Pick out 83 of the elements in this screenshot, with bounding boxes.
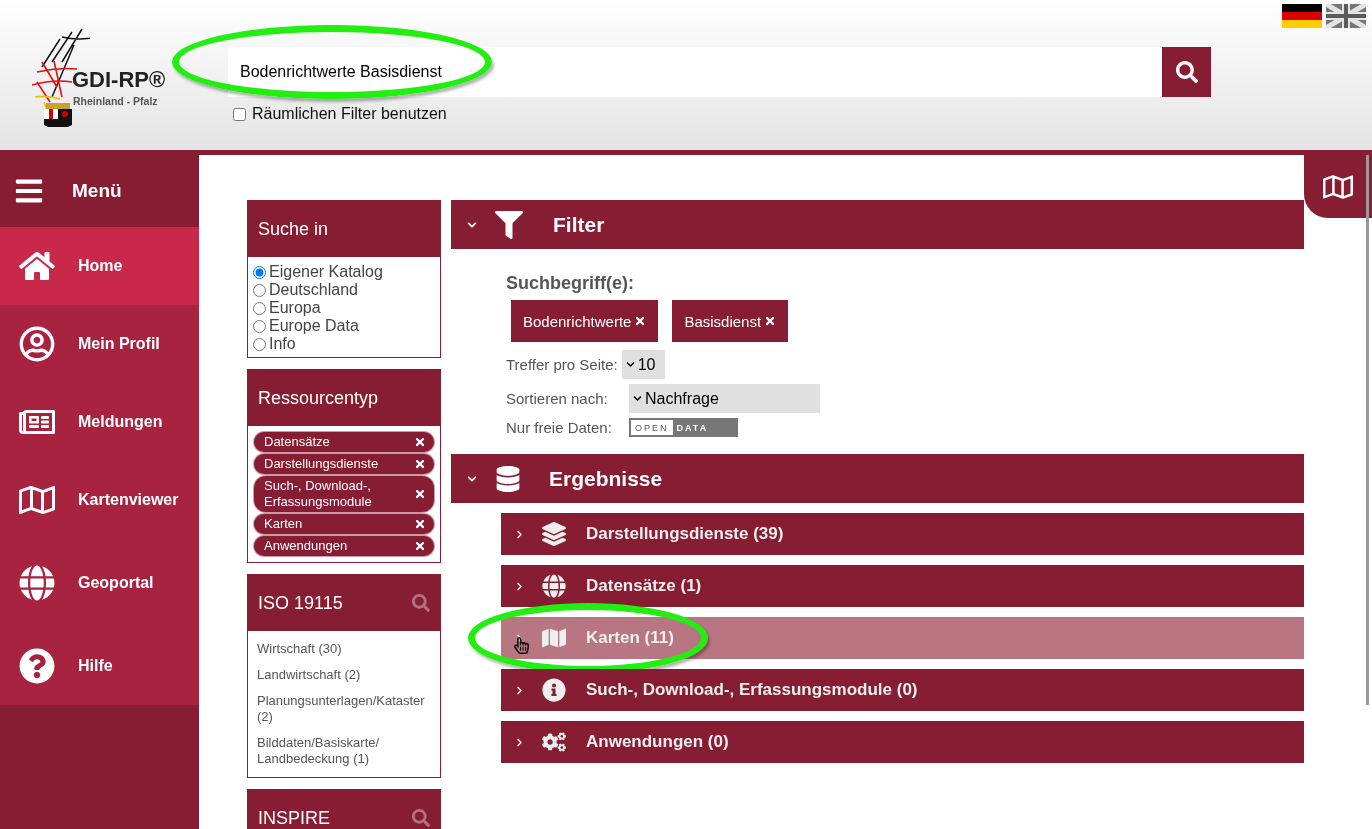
- search-field[interactable]: Bodenrichtwerte Basisdienst: [228, 47, 1162, 97]
- category-link[interactable]: Bilddaten/Basiskarte/ Landbedeckung (1): [257, 735, 431, 767]
- search-icon[interactable]: [412, 809, 430, 827]
- results-title: Ergebnisse: [549, 466, 663, 491]
- radio-label: Europa: [269, 299, 321, 317]
- chevron-right-icon: [515, 529, 524, 539]
- resource-tag[interactable]: Darstellungsdienste: [254, 454, 434, 474]
- close-icon[interactable]: [414, 540, 426, 552]
- close-icon[interactable]: [414, 518, 426, 530]
- radio-label: Eigener Katalog: [269, 263, 383, 281]
- sort-select[interactable]: Nachfrage: [629, 384, 820, 413]
- chevron-right-icon: [515, 581, 524, 591]
- globe-icon: [542, 574, 566, 598]
- menu-item[interactable]: Mein Profil: [0, 305, 199, 383]
- user-icon: [19, 326, 55, 362]
- logo-title: GDI-RP®: [72, 67, 166, 93]
- chevron-right-icon: [515, 685, 524, 695]
- panel-title: Ressourcentyp: [258, 387, 379, 409]
- german-flag-icon[interactable]: [1282, 4, 1322, 28]
- search-term-tag[interactable]: Bodenrichtwerte: [511, 300, 659, 342]
- chevron-right-icon: [515, 737, 524, 747]
- panel-title: ISO 19115: [258, 592, 343, 614]
- map-icon: [542, 626, 566, 650]
- radio-label: Info: [269, 335, 296, 353]
- menu-item[interactable]: Meldungen: [0, 383, 199, 461]
- option-label: Treffer pro Seite:: [506, 356, 618, 373]
- close-icon: [764, 315, 777, 327]
- option-label: Sortieren nach:: [506, 390, 609, 407]
- category-link[interactable]: Wirtschaft (30): [257, 641, 431, 657]
- resource-tag[interactable]: Such-, Download-, Erfassungsmodule: [254, 476, 434, 512]
- menu-item[interactable]: Kartenviewer: [0, 461, 199, 539]
- menu-title: Menü: [72, 180, 122, 202]
- radio-button[interactable]: [253, 301, 266, 315]
- resource-tag[interactable]: Datensätze: [254, 432, 434, 452]
- spatial-filter-label: Räumlichen Filter benutzen: [252, 105, 447, 123]
- search-button[interactable]: [1162, 47, 1211, 97]
- search-icon: [1175, 61, 1198, 83]
- logo-subtitle: Rheinland - Pfalz: [73, 95, 158, 107]
- filter-bar[interactable]: Filter: [451, 200, 1304, 249]
- hand-cursor-icon: [513, 637, 530, 654]
- british-flag-icon[interactable]: [1326, 4, 1366, 28]
- menu-item[interactable]: Geoportal: [0, 539, 199, 627]
- panel-title: Suche in: [258, 218, 329, 240]
- result-group[interactable]: Such-, Download-, Erfassungsmodule (0): [501, 669, 1304, 711]
- panel-title: INSPIRE: [258, 807, 331, 829]
- open-data-toggle[interactable]: OPEN DATA: [629, 418, 739, 437]
- filter-icon: [495, 210, 523, 239]
- search-term-tag[interactable]: Basisdienst: [672, 300, 789, 342]
- category-link[interactable]: Planungsunterlagen/Kataster (2): [257, 693, 431, 725]
- option-label: Nur freie Daten:: [506, 419, 613, 436]
- close-icon[interactable]: [414, 458, 426, 470]
- result-group[interactable]: Darstellungsdienste (39): [501, 513, 1304, 555]
- resource-tag[interactable]: Anwendungen: [254, 536, 434, 556]
- chevron-down-icon: [625, 360, 635, 369]
- chevron-down-icon: [633, 394, 642, 403]
- radio-label: Deutschland: [269, 281, 358, 299]
- gears-icon: [542, 730, 566, 754]
- spatial-filter-checkbox[interactable]: [233, 107, 246, 121]
- map-tab[interactable]: [1304, 155, 1372, 218]
- result-group[interactable]: Datensätze (1): [501, 565, 1304, 607]
- radio-label: Europe Data: [269, 317, 359, 335]
- globe-icon: [19, 565, 55, 601]
- layers-icon: [542, 522, 566, 546]
- radio-button[interactable]: [253, 319, 266, 333]
- results-bar[interactable]: Ergebnisse: [451, 454, 1304, 503]
- per-page-select[interactable]: 10: [621, 350, 665, 379]
- menu-item[interactable]: Hilfe: [0, 627, 199, 705]
- terms-label: Suchbegriff(e):: [506, 273, 635, 294]
- info-icon: [542, 678, 566, 702]
- result-group[interactable]: Anwendungen (0): [501, 721, 1304, 763]
- question-icon: [19, 648, 55, 684]
- menu-item[interactable]: Home: [0, 227, 199, 305]
- resource-tag[interactable]: Karten: [254, 514, 434, 534]
- filter-title: Filter: [553, 212, 605, 237]
- close-icon[interactable]: [414, 436, 426, 448]
- radio-button[interactable]: [253, 265, 266, 279]
- category-link[interactable]: Landwirtschaft (2): [257, 667, 431, 683]
- radio-button[interactable]: [253, 337, 266, 351]
- close-icon: [634, 315, 647, 327]
- radio-button[interactable]: [253, 283, 266, 297]
- close-icon[interactable]: [414, 488, 426, 500]
- search-icon[interactable]: [412, 594, 430, 612]
- database-icon: [495, 465, 521, 492]
